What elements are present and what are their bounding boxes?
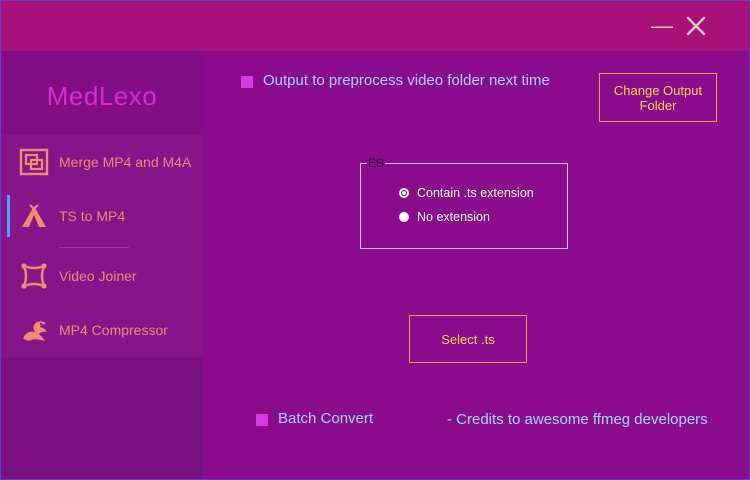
close-button[interactable] — [679, 9, 713, 43]
sidebar-nav: Merge MP4 and M4A TS to MP4 Video Joiner… — [1, 135, 203, 357]
radio-button-checked[interactable] — [399, 188, 409, 198]
sidebar-item-label: TS to MP4 — [59, 208, 126, 224]
sidebar-item-merge-mp4-m4a[interactable]: Merge MP4 and M4A — [1, 135, 203, 189]
radio-label: Contain .ts extension — [417, 186, 534, 200]
radio-no-extension[interactable]: No extension — [399, 210, 490, 224]
merge-icon — [19, 148, 49, 176]
logo-area: MedLexo — [1, 51, 203, 135]
tent-icon — [22, 204, 46, 227]
change-output-folder-button[interactable]: Change Output Folder — [599, 73, 717, 122]
radio-label: No extension — [417, 210, 490, 224]
output-folder-checkbox-label[interactable]: Output to preprocess video folder next t… — [263, 72, 550, 89]
app-window: — MedLexo Merge MP4 and M4A TS to MP4 Vi… — [0, 0, 750, 480]
credits-text: - Credits to awesome ffmeg developers — [447, 411, 708, 428]
sidebar-item-ts-to-mp4[interactable]: TS to MP4 — [1, 189, 203, 243]
active-indicator — [7, 195, 10, 237]
groupbox-title: ES — [367, 156, 386, 170]
app-logo: MedLexo — [46, 80, 158, 111]
frame-crop-icon — [21, 263, 47, 289]
main-panel: Output to preprocess video folder next t… — [203, 51, 749, 479]
radio-button[interactable] — [399, 212, 409, 222]
dragon-icon — [23, 321, 47, 341]
sidebar: MedLexo Merge MP4 and M4A TS to MP4 Vide… — [1, 51, 203, 479]
minimize-button[interactable]: — — [647, 9, 677, 43]
select-ts-button[interactable]: Select .ts — [409, 315, 527, 363]
sidebar-item-label: Video Joiner — [59, 268, 137, 284]
sidebar-item-video-joiner[interactable]: Video Joiner — [1, 249, 203, 303]
radio-contain-ts-extension[interactable]: Contain .ts extension — [399, 186, 534, 200]
sidebar-item-label: MP4 Compressor — [59, 322, 168, 338]
title-bar[interactable]: — — [1, 1, 749, 51]
close-icon — [686, 16, 706, 36]
divider — [59, 247, 129, 248]
output-folder-checkbox[interactable] — [241, 76, 253, 88]
batch-convert-checkbox-label[interactable]: Batch Convert — [278, 410, 373, 427]
batch-convert-checkbox[interactable] — [256, 414, 268, 426]
sidebar-item-mp4-compressor[interactable]: MP4 Compressor — [1, 303, 203, 357]
extension-groupbox: ES Contain .ts extension No extension — [360, 156, 568, 249]
sidebar-item-label: Merge MP4 and M4A — [59, 154, 192, 170]
